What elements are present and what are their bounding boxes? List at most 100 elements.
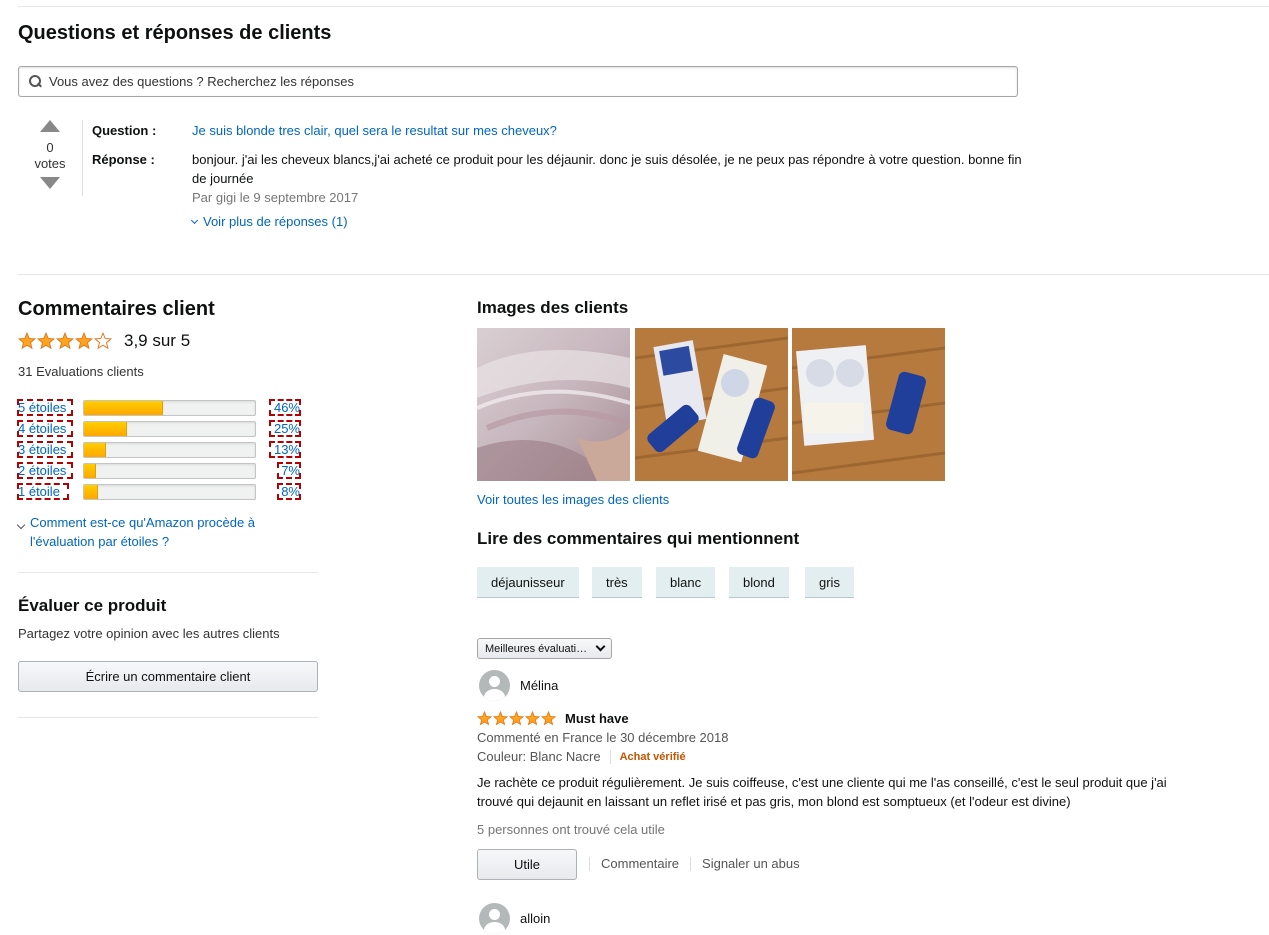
- rating-divider-2: [18, 717, 318, 718]
- histogram-bar[interactable]: [83, 484, 256, 500]
- vote-count: 0: [46, 140, 54, 155]
- histogram-bar-fill: [84, 485, 98, 499]
- histogram-percent[interactable]: 8%: [277, 483, 301, 500]
- evaluate-title: Évaluer ce produit: [18, 596, 167, 615]
- customer-image-products-1[interactable]: [635, 328, 788, 481]
- review-date: Commenté en France le 30 décembre 2018: [477, 730, 729, 745]
- review-body: Je rachète ce produit régulièrement. Je …: [477, 775, 1167, 809]
- mention-tag-tres[interactable]: très: [592, 567, 642, 598]
- vote-divider: [82, 120, 83, 196]
- histogram-row[interactable]: 3 étoiles 13%: [17, 440, 303, 459]
- more-answers-link[interactable]: Voir plus de réponses (1): [190, 214, 348, 229]
- helpful-button[interactable]: Utile: [477, 849, 577, 880]
- average-rating-row: 3,9 sur 5: [17, 331, 191, 351]
- customer-image-products-1-picture: [635, 328, 788, 481]
- review-stars: [476, 710, 557, 726]
- verified-purchase-badge: Achat vérifié: [619, 750, 686, 763]
- customer-image-products-2[interactable]: [792, 328, 945, 481]
- chevron-down-icon: [16, 520, 26, 530]
- star-icon: [492, 710, 509, 726]
- average-stars: [17, 331, 113, 350]
- divider: [690, 856, 692, 871]
- qa-search-box[interactable]: [18, 66, 1018, 97]
- customer-image-products-2-picture: [792, 328, 945, 481]
- comment-link[interactable]: Commentaire: [601, 856, 679, 871]
- histogram-percent[interactable]: 7%: [277, 462, 301, 479]
- star-icon: [524, 710, 541, 726]
- divider: [589, 856, 590, 871]
- downvote-icon[interactable]: [40, 177, 60, 189]
- histogram-star-label[interactable]: 2 étoiles: [17, 462, 73, 479]
- histogram-row[interactable]: 4 étoiles 25%: [17, 419, 303, 438]
- more-answers-label: Voir plus de réponses (1): [203, 214, 348, 229]
- qa-search-input[interactable]: [49, 74, 949, 89]
- section-divider: [18, 274, 1269, 275]
- chevron-down-icon: [595, 641, 606, 652]
- histogram-percent[interactable]: 25%: [269, 420, 301, 437]
- customer-image-hair-picture: [477, 328, 630, 481]
- customer-image-hair[interactable]: [477, 328, 630, 481]
- question-link[interactable]: Je suis blonde tres clair, quel sera le …: [192, 121, 1022, 140]
- qa-section-title: Questions et réponses de clients: [18, 22, 332, 44]
- histogram-percent[interactable]: 46%: [269, 399, 301, 416]
- see-all-images-link[interactable]: Voir toutes les images des clients: [477, 492, 669, 507]
- average-rating-text: 3,9 sur 5: [124, 331, 191, 350]
- star-icon: [508, 710, 525, 726]
- mentions-title: Lire des commentaires qui mentionnent: [477, 529, 800, 548]
- histogram-bar[interactable]: [83, 421, 256, 437]
- histogram-bar[interactable]: [83, 400, 256, 416]
- helpful-count: 5 personnes ont trouvé cela utile: [477, 822, 665, 837]
- reviews-title: Commentaires client: [18, 298, 215, 320]
- reviewer-name[interactable]: alloin: [520, 911, 550, 926]
- upvote-icon[interactable]: [40, 120, 60, 132]
- vote-widget: 0 votes: [30, 120, 70, 189]
- sort-reviews-select[interactable]: Meilleures évaluati…: [477, 638, 612, 659]
- mention-tag-blanc[interactable]: blanc: [656, 567, 716, 598]
- mention-tag-gris[interactable]: gris: [805, 567, 854, 598]
- star-icon: [36, 331, 56, 350]
- answer-text: bonjour. j'ai les cheveux blancs,j'ai ac…: [192, 152, 1022, 186]
- evaluate-subtitle: Partagez votre opinion avec les autres c…: [18, 626, 280, 641]
- histogram-star-label[interactable]: 5 étoiles: [17, 399, 73, 416]
- star-icon: [74, 331, 94, 350]
- answer-label: Réponse :: [92, 152, 155, 167]
- vote-label: votes: [34, 156, 66, 171]
- how-ratings-work-link[interactable]: Comment est-ce qu'Amazon procède à l'éva…: [16, 513, 278, 551]
- how-ratings-work-label[interactable]: Comment est-ce qu'Amazon procède à l'éva…: [30, 513, 270, 551]
- ratings-count: 31 Evaluations clients: [18, 364, 144, 379]
- histogram-percent[interactable]: 13%: [269, 441, 301, 458]
- review-color: Couleur: Blanc Nacre: [477, 749, 601, 764]
- histogram-bar-fill: [84, 443, 107, 457]
- histogram-bar-fill: [84, 422, 127, 436]
- histogram-row[interactable]: 5 étoiles 46%: [17, 398, 303, 417]
- top-divider: [18, 6, 1269, 7]
- avatar: [479, 903, 510, 934]
- chevron-down-icon: [190, 216, 199, 225]
- mention-tag-blond[interactable]: blond: [729, 567, 789, 598]
- reviewer-name[interactable]: Mélina: [520, 678, 558, 693]
- star-icon: [93, 331, 113, 350]
- rating-divider-1: [18, 572, 318, 573]
- histogram-star-label[interactable]: 3 étoiles: [17, 441, 73, 458]
- write-review-button[interactable]: Écrire un commentaire client: [18, 661, 318, 692]
- histogram-bar[interactable]: [83, 442, 256, 458]
- divider: [609, 749, 611, 764]
- histogram-star-label[interactable]: 1 étoile: [17, 483, 69, 500]
- review-title[interactable]: Must have: [565, 711, 629, 726]
- sort-selected-value: Meilleures évaluati…: [485, 642, 588, 655]
- star-icon: [540, 710, 557, 726]
- histogram-row[interactable]: 2 étoiles 7%: [17, 461, 303, 480]
- histogram-bar[interactable]: [83, 463, 256, 479]
- mention-tag-dejaunisseur[interactable]: déjaunisseur: [477, 567, 579, 598]
- star-icon: [17, 331, 37, 350]
- histogram-bar-fill: [84, 464, 96, 478]
- avatar: [479, 670, 510, 701]
- customer-images-title: Images des clients: [477, 298, 629, 317]
- star-icon: [476, 710, 493, 726]
- question-label: Question :: [92, 123, 157, 138]
- histogram-star-label[interactable]: 4 étoiles: [17, 420, 73, 437]
- report-abuse-link[interactable]: Signaler un abus: [702, 856, 800, 871]
- search-icon: [29, 75, 42, 88]
- histogram-row[interactable]: 1 étoile 8%: [17, 482, 303, 501]
- review-actions: Commentaire Signaler un abus: [589, 856, 800, 871]
